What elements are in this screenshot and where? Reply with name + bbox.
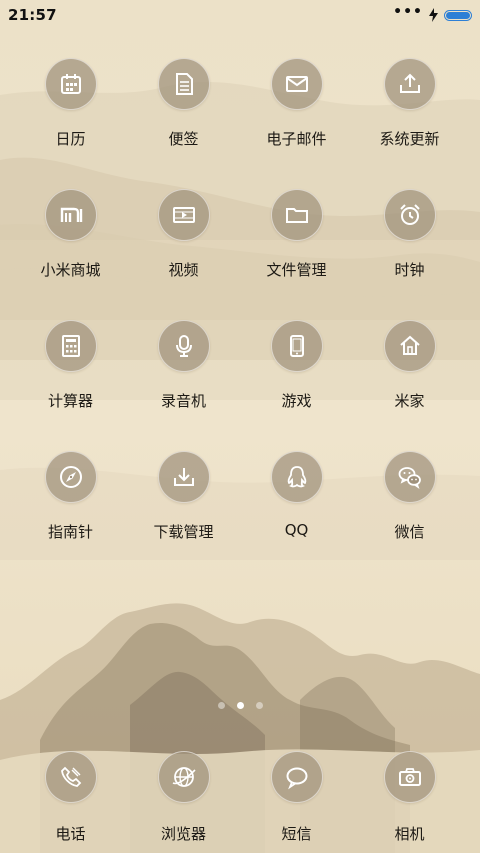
video-icon: [157, 189, 210, 241]
dock-camera[interactable]: 相机: [353, 751, 466, 844]
app-mijia[interactable]: 米家: [353, 320, 466, 451]
status-bar: 21:57 •••: [0, 0, 480, 30]
mi-store-icon: [44, 189, 97, 241]
camera-icon: [383, 751, 436, 803]
app-label: 便签: [168, 130, 199, 148]
app-calendar[interactable]: 日历: [14, 58, 127, 189]
app-notes[interactable]: 便签: [127, 58, 240, 189]
app-label: 计算器: [47, 392, 93, 410]
app-compass[interactable]: 指南针: [14, 451, 127, 582]
app-label: 系统更新: [379, 130, 440, 148]
alarm-clock-icon: [383, 189, 436, 241]
calendar-icon: [44, 58, 97, 110]
page-dot[interactable]: [255, 702, 263, 709]
app-label: 电子邮件: [266, 130, 327, 148]
dock-phone[interactable]: 电话: [14, 751, 127, 844]
battery-icon: [444, 9, 472, 21]
page-dot[interactable]: [217, 702, 225, 709]
notification-dots-icon: •••: [393, 4, 423, 20]
status-time: 21:57: [8, 6, 57, 24]
app-calculator[interactable]: 计算器: [14, 320, 127, 451]
app-label: 短信: [281, 825, 312, 843]
folder-icon: [270, 189, 323, 241]
app-download-manager[interactable]: 下载管理: [127, 451, 240, 582]
app-label: 浏览器: [160, 825, 206, 843]
app-label: 视频: [168, 261, 199, 279]
battery-fill: [446, 11, 470, 19]
browser-icon: [157, 751, 210, 803]
app-file-manager[interactable]: 文件管理: [240, 189, 353, 320]
app-label: 微信: [394, 523, 425, 541]
qq-penguin-icon: [270, 451, 323, 503]
dock: 电话 浏览器 短信 相机: [14, 751, 466, 844]
notes-icon: [157, 58, 210, 110]
app-label: 时钟: [394, 261, 425, 279]
app-label: 日历: [55, 130, 86, 148]
app-label: 指南针: [47, 523, 93, 541]
charging-bolt-icon: [429, 8, 438, 22]
app-grid: 日历 便签 电子邮件 系统更新 小米商城 视频 文件管理 时钟 计算器 录音机 …: [14, 58, 466, 582]
wechat-icon: [383, 451, 436, 503]
phone-device-icon: [270, 320, 323, 372]
app-label: QQ: [284, 521, 309, 539]
page-dot-active[interactable]: [236, 702, 244, 709]
app-system-update[interactable]: 系统更新: [353, 58, 466, 189]
dock-messages[interactable]: 短信: [240, 751, 353, 844]
dock-browser[interactable]: 浏览器: [127, 751, 240, 844]
app-video[interactable]: 视频: [127, 189, 240, 320]
app-label: 电话: [55, 825, 86, 843]
app-mi-store[interactable]: 小米商城: [14, 189, 127, 320]
compass-icon: [44, 451, 97, 503]
app-label: 录音机: [160, 392, 206, 410]
calculator-icon: [44, 320, 97, 372]
app-label: 下载管理: [153, 523, 214, 541]
microphone-icon: [157, 320, 210, 372]
home-icon: [383, 320, 436, 372]
app-wechat[interactable]: 微信: [353, 451, 466, 582]
app-games[interactable]: 游戏: [240, 320, 353, 451]
app-email[interactable]: 电子邮件: [240, 58, 353, 189]
download-icon: [157, 451, 210, 503]
chat-bubble-icon: [270, 751, 323, 803]
app-label: 游戏: [281, 392, 312, 410]
app-label: 相机: [394, 825, 425, 843]
phone-icon: [44, 751, 97, 803]
status-icons: •••: [393, 4, 472, 22]
app-clock[interactable]: 时钟: [353, 189, 466, 320]
app-label: 文件管理: [266, 261, 327, 279]
app-label: 小米商城: [40, 261, 101, 279]
mail-icon: [270, 58, 323, 110]
app-label: 米家: [394, 392, 425, 410]
upload-icon: [383, 58, 436, 110]
app-qq[interactable]: QQ: [240, 451, 353, 582]
page-indicator: [0, 702, 480, 709]
app-recorder[interactable]: 录音机: [127, 320, 240, 451]
